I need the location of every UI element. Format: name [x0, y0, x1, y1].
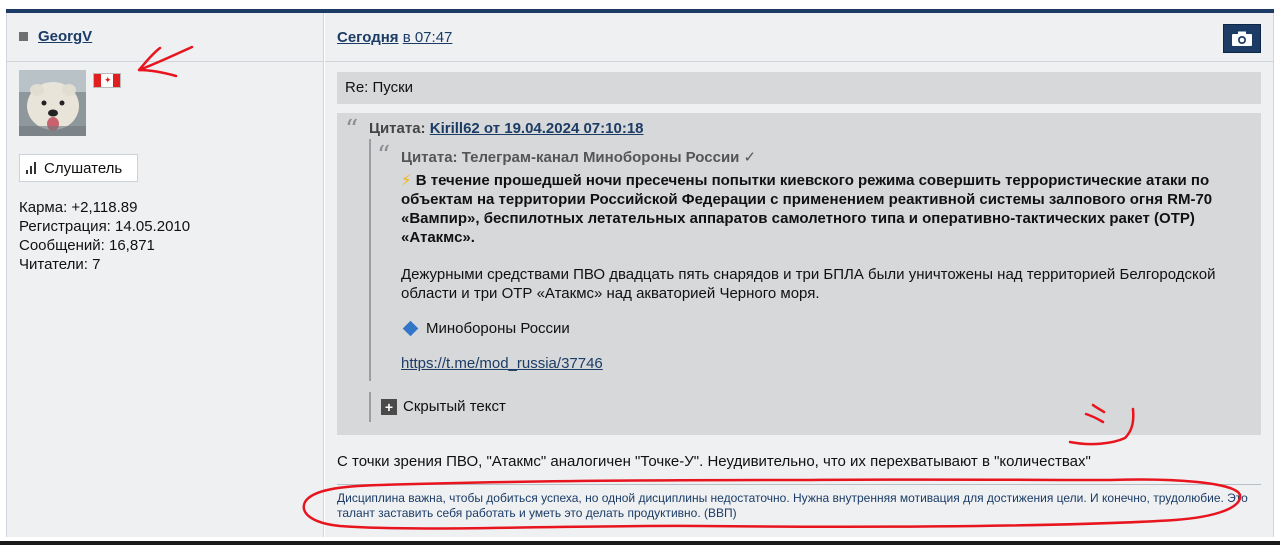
post-header	[325, 13, 1273, 62]
rank-badge[interactable]: Слушатель	[19, 154, 138, 182]
forum-post: GeorgV ✦ Слушатель Карма: +2,118.89 Реги…	[0, 0, 1280, 545]
bar-chart-icon	[26, 162, 38, 174]
panel-border-left	[6, 13, 7, 537]
quote-title-prefix: Цитата:	[369, 120, 426, 137]
canada-flag-icon: ✦	[93, 73, 121, 88]
post-date-today[interactable]: Сегодня	[337, 29, 399, 46]
hidden-text-toggle[interactable]: + Скрытый текст	[369, 392, 506, 422]
post-body-text: С точки зрения ПВО, "Атакмс" аналогичен …	[337, 453, 1091, 470]
post-subject: Re: Пуски	[337, 72, 1261, 104]
quote-title: Цитата: Kirill62 от 19.04.2024 07:10:18	[369, 120, 644, 137]
nested-quote-block: “ Цитата: Телеграм-канал Минобороны Росс…	[369, 139, 1261, 381]
expand-plus-icon: +	[381, 398, 397, 415]
quote-ministry-name: Минобороны России	[426, 320, 570, 337]
bottom-border	[0, 541, 1280, 545]
user-signature: Дисциплина важна, чтобы добиться успеха,…	[337, 484, 1261, 521]
screenshot-button[interactable]	[1223, 24, 1261, 53]
camera-icon	[1232, 31, 1252, 46]
hidden-text-label: Скрытый текст	[403, 398, 506, 415]
quote-lead-paragraph: ⚡ В течение прошедшей ночи пресечены поп…	[401, 171, 1221, 247]
username-link[interactable]: GeorgV	[38, 28, 92, 45]
avatar[interactable]	[19, 70, 86, 136]
panel-border-right	[1273, 13, 1274, 537]
online-status-icon	[19, 32, 28, 41]
quote-icon: “	[345, 115, 359, 145]
polar-bear-avatar-icon	[19, 70, 86, 136]
blue-diamond-icon	[402, 320, 419, 337]
quote-ministry-line: Минобороны России	[401, 320, 1221, 337]
quote-icon: “	[377, 141, 391, 171]
nested-quote-title: Цитата: Телеграм-канал Минобороны России…	[401, 149, 757, 166]
quote-lead-text: В течение прошедшей ночи пресечены попыт…	[401, 172, 1213, 246]
user-stats: Карма: +2,118.89 Регистрация: 14.05.2010…	[19, 198, 190, 274]
quote-source-link[interactable]: Kirill62 от 19.04.2024 07:10:18	[430, 120, 644, 137]
nested-quote-body: ⚡ В течение прошедшей ночи пресечены поп…	[401, 171, 1221, 372]
post-date-time[interactable]: в 07:47	[403, 29, 453, 46]
telegram-link[interactable]: https://t.me/mod_russia/37746	[401, 355, 1221, 372]
stat-registration: Регистрация: 14.05.2010	[19, 218, 191, 235]
quote-paragraph: Дежурными средствами ПВО двадцать пять с…	[401, 266, 1216, 302]
quote-border	[369, 392, 371, 422]
stat-karma: Карма: +2,118.89	[19, 199, 138, 216]
post-date[interactable]: Сегодня в 07:47	[337, 29, 452, 46]
stat-readers: Читатели: 7	[19, 256, 101, 273]
lightning-icon: ⚡	[401, 172, 412, 189]
stat-messages: Сообщений: 16,871	[19, 237, 155, 254]
rank-label: Слушатель	[44, 159, 123, 177]
